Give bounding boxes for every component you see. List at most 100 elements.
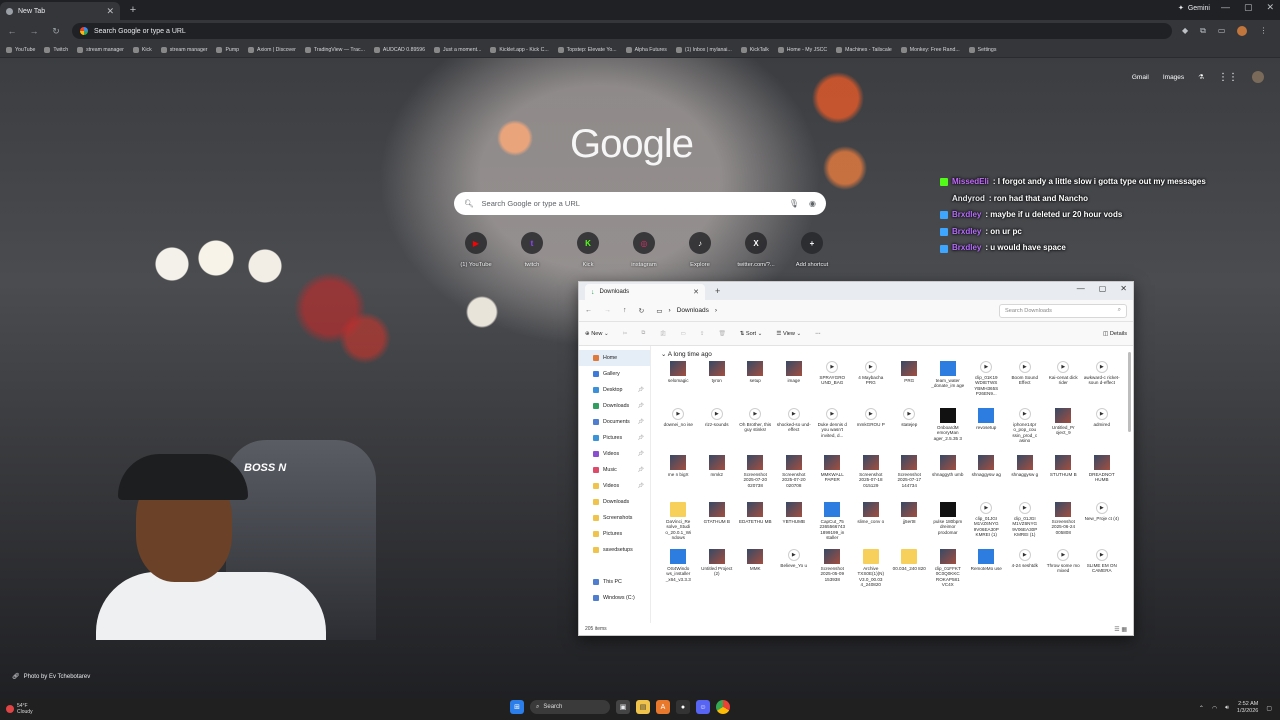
search-input[interactable]: Search Downloads ⌕ <box>999 303 1127 318</box>
file-item[interactable]: Screenshot 2025-07-18 015129 <box>852 455 891 502</box>
paste-icon[interactable]: 📋︎ <box>659 331 666 337</box>
apps-grid-icon[interactable]: ⋮⋮ <box>1218 72 1238 83</box>
file-item[interactable]: ▶ clip_01JGI M1VZ6NYG 9V06EA30P KMREI (1) <box>967 502 1006 549</box>
file-item[interactable]: ▶ clip_01JGI M1VZ6NYG 9V06EA30P KMREI (1) <box>1006 502 1045 549</box>
bookmark-item[interactable]: Pump <box>216 46 239 53</box>
address-bar[interactable]: Search Google or type a URL <box>72 23 1172 39</box>
sidebar-item[interactable]: Windows (C:) <box>579 590 650 606</box>
bookmark-item[interactable]: stream manager <box>160 46 207 53</box>
file-item[interactable]: Screenshot 2025-05-09 153938 <box>813 549 852 596</box>
sidebar-item[interactable]: savedsetups <box>579 542 650 558</box>
file-item[interactable]: setup <box>736 361 775 408</box>
menu-icon[interactable]: ⋮ <box>1259 26 1267 36</box>
file-item[interactable]: ▶ clip_01K19 WDIETWS YBMH365S P26EN9... <box>967 361 1006 408</box>
file-item[interactable]: OnboardM emoryMan ager_2.5.35 3 <box>929 408 968 455</box>
delete-icon[interactable]: 🗑︎ <box>718 331 725 337</box>
file-item[interactable]: DREADNOT HUMB <box>1083 455 1122 502</box>
weather-widget[interactable]: 54°F Cloudy <box>6 703 33 715</box>
file-item[interactable]: shnaggyth umb <box>929 455 968 502</box>
file-item[interactable]: MMK <box>736 549 775 596</box>
close-window-icon[interactable]: ✕ <box>1120 284 1127 293</box>
reload-icon[interactable]: ↻ <box>50 26 62 37</box>
sidebar-item[interactable]: Documents 📌︎ <box>579 414 650 430</box>
file-item[interactable]: RemoteMo use <box>967 549 1006 596</box>
explorer-tab[interactable]: ↓ Downloads ✕ <box>585 284 705 300</box>
sidebar-item[interactable]: Videos 📌︎ <box>579 478 650 494</box>
sidebar-item[interactable]: Desktop 📌︎ <box>579 382 650 398</box>
google-search-box[interactable]: 🔍︎ Search Google or type a URL 🎙︎ ◉ <box>454 192 826 215</box>
file-item[interactable]: ▶ awkward-c ricket-soun d-effect <box>1083 361 1122 408</box>
images-link[interactable]: Images <box>1163 74 1184 81</box>
file-item[interactable]: ▶ Kai-cenat dick rider <box>1044 361 1083 408</box>
labs-icon[interactable]: ⚗ <box>1198 73 1204 81</box>
file-item[interactable]: ▶ statejep <box>890 408 929 455</box>
wifi-icon[interactable]: ◠ <box>1212 705 1217 712</box>
chevron-up-icon[interactable]: ⌃ <box>1199 705 1204 712</box>
extension-icon[interactable]: ◆ <box>1182 26 1188 36</box>
new-tab-button[interactable]: + <box>124 1 142 19</box>
rename-icon[interactable]: ▭ <box>681 331 686 337</box>
file-item[interactable]: Screenshot 2025-07-17 144734 <box>890 455 929 502</box>
path-bar[interactable]: ▭ › Downloads › <box>656 307 956 315</box>
sidebar-item[interactable]: Downloads 📌︎ <box>579 398 650 414</box>
shortcut-tile[interactable]: ◎ instagram <box>616 232 672 268</box>
voice-search-icon[interactable]: 🎙︎ <box>789 199 799 208</box>
file-item[interactable]: MMKWALL PAPER <box>813 455 852 502</box>
bookmark-item[interactable]: Just a moment... <box>434 46 481 53</box>
account-avatar[interactable] <box>1252 71 1264 83</box>
bookmark-item[interactable]: Home - My JSCC <box>777 46 827 53</box>
file-item[interactable]: me n bigX <box>659 455 698 502</box>
shortcut-tile[interactable]: ▶ (1) YouTube <box>448 232 504 268</box>
group-header[interactable]: ⌄ A long time ago <box>659 350 1125 358</box>
file-item[interactable]: YBTHUMB <box>775 502 814 549</box>
close-tab-icon[interactable]: ✕ <box>106 6 114 17</box>
start-icon[interactable]: ⊞ <box>510 700 524 714</box>
bookmark-item[interactable]: Kicklet.app - Kick C... <box>490 46 549 53</box>
forward-icon[interactable]: → <box>28 26 40 36</box>
view-toggle-icon[interactable]: ☰ ▦ <box>1114 626 1127 633</box>
file-item[interactable]: shnaggysw ag <box>967 455 1006 502</box>
bookmark-item[interactable]: Axiom | Discover <box>248 46 296 53</box>
maximize-icon[interactable]: ▢ <box>1099 284 1107 293</box>
share-icon[interactable]: ⇪ <box>700 331 705 337</box>
sidebar-item[interactable]: Home <box>579 350 650 366</box>
file-item[interactable]: DaVinci_Re solve_Studi o_20.0.1_Wi ndows <box>659 502 698 549</box>
shortcut-tile[interactable]: + Add shortcut <box>784 232 840 268</box>
bookmark-item[interactable]: Alpha Futures <box>625 46 667 53</box>
shortcut-tile[interactable]: K Kick <box>560 232 616 268</box>
file-item[interactable]: Screenshot 2025-07-20 020738 <box>736 455 775 502</box>
new-tab-icon[interactable]: + <box>715 286 720 296</box>
sidebar-item[interactable]: Music 📌︎ <box>579 462 650 478</box>
gemini-button[interactable]: ✦ Gemini <box>1178 4 1210 13</box>
file-item[interactable]: ▶ shocked-so und-effect <box>775 408 814 455</box>
bookmark-item[interactable]: Settings <box>968 46 996 53</box>
volume-icon[interactable]: 🔊︎ <box>1225 705 1229 712</box>
minimize-icon[interactable]: — <box>1221 2 1230 13</box>
tab-new-tab[interactable]: New Tab ✕ <box>0 2 120 20</box>
task-view-icon[interactable]: ▣ <box>616 700 630 714</box>
bookmark-item[interactable]: stream manager <box>77 46 124 53</box>
sidepanel-icon[interactable]: ▭ <box>1218 26 1226 36</box>
path-segment[interactable]: Downloads <box>677 307 709 314</box>
sidebar-item[interactable]: Gallery <box>579 366 650 382</box>
chrome-icon[interactable] <box>716 700 730 714</box>
file-item[interactable]: Screenshot 2025-06-24 005808 <box>1044 502 1083 549</box>
file-item[interactable]: EDATETHU MB <box>736 502 775 549</box>
bookmark-item[interactable]: Kick <box>132 46 152 53</box>
shortcut-tile[interactable]: t twitch <box>504 232 560 268</box>
file-item[interactable]: mmk2 <box>698 455 737 502</box>
bookmark-item[interactable]: Twitch <box>44 46 68 53</box>
bookmark-item[interactable]: Topstep: Elevate Yo... <box>557 46 617 53</box>
up-icon[interactable]: ↑ <box>623 307 627 314</box>
file-item[interactable]: shnaggysw g <box>1006 455 1045 502</box>
file-item[interactable]: clip_01FFKT 0C0Q0KKC ROKAP581 VC4X <box>929 549 968 596</box>
file-item[interactable]: Screenshot 2025-07-20 020708 <box>775 455 814 502</box>
file-item[interactable]: ▶ Duke dennis d you wasn't invited, d... <box>813 408 852 455</box>
file-item[interactable]: Untitled Project (2) <box>698 549 737 596</box>
file-item[interactable]: ▶ iphone14pr o_pop_cou ssin_prod_c asino <box>1006 408 1045 455</box>
close-window-icon[interactable]: ✕ <box>1266 2 1274 13</box>
file-item[interactable]: ▶ downei_no ise <box>659 408 698 455</box>
bookmark-item[interactable]: KickTalk <box>740 46 769 53</box>
file-item[interactable]: ▶ 4-24 seshtdk <box>1006 549 1045 596</box>
file-item[interactable]: 00.034_240 820 <box>890 549 929 596</box>
